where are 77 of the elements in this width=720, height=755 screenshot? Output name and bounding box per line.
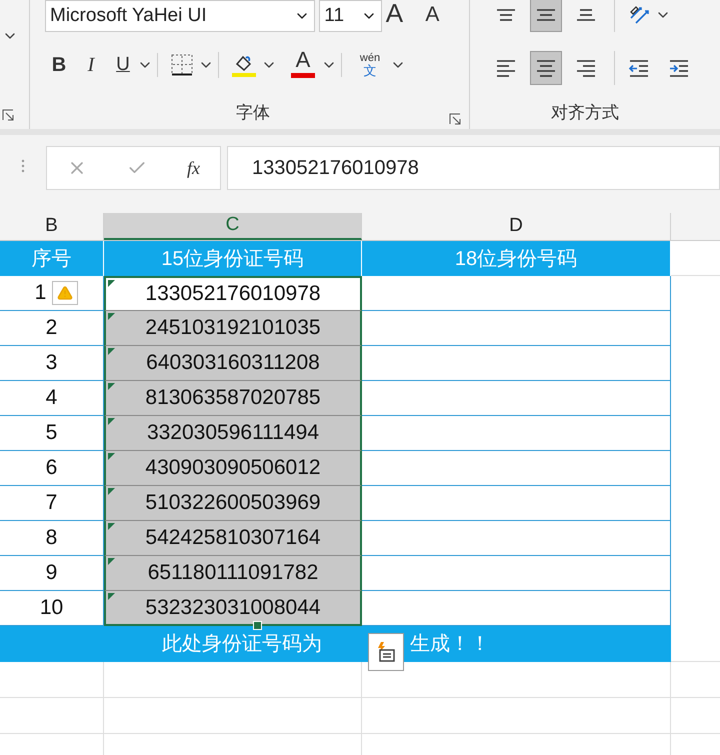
table-cell[interactable]: 332030596111494 [104,416,362,451]
error-indicator-icon [108,593,115,600]
error-indicator-icon [108,523,115,530]
table-cell[interactable]: 813063587020785 [104,381,362,416]
table-cell-text: 10 [40,595,64,622]
note-text: 此处身份证号码为 [162,632,322,657]
bold-button[interactable]: B [45,49,73,81]
alignment-button[interactable] [530,51,562,85]
table-cell[interactable] [362,416,671,451]
dialog-launcher-icon[interactable] [2,109,14,121]
error-indicator-icon [108,383,115,390]
table-cell-text: 1 [34,280,46,306]
group-label: 字体 [236,102,270,124]
formula-field[interactable]: 133052176010978 [227,146,720,190]
table-cell-text: 3 [46,350,58,376]
table-cell[interactable] [362,451,671,486]
table-cell[interactable] [362,556,671,591]
table-cell-text: 9 [46,560,58,586]
table-cell[interactable] [362,521,671,556]
table-cell-text: 5 [46,420,58,446]
column-header[interactable]: C [104,213,362,240]
phonetic-guide-button[interactable]: wén 文 [354,53,386,77]
table-cell[interactable] [362,276,671,311]
borders-icon[interactable] [170,53,194,77]
note-text: 生成！！ [410,632,490,657]
table-cell[interactable]: 245103192101035 [104,311,362,346]
error-indicator-icon [108,418,115,425]
table-cell[interactable] [362,346,671,381]
warning-icon [57,285,73,301]
column-header[interactable]: D [362,213,671,240]
error-indicator-icon [108,280,115,287]
table-cell[interactable] [362,486,671,521]
error-indicator-icon [108,453,115,460]
table-cell[interactable] [362,311,671,346]
align-center-icon [535,57,557,79]
drag-handle-icon[interactable] [20,158,26,174]
align-top-icon [496,9,516,21]
table-cell-text: 6 [46,455,58,482]
italic-button[interactable]: I [77,49,105,81]
error-indicator-icon [108,348,115,355]
table-cell[interactable]: 532323031008044 [104,591,362,626]
font-color-button[interactable]: A [289,49,317,81]
table-cell-text: 7 [46,490,58,516]
table-cell[interactable] [362,381,671,416]
font-size-field[interactable]: 11 [319,0,382,32]
table-cell[interactable]: 651180111091782 [104,556,362,591]
error-indicator-icon [108,488,115,495]
error-warning-button[interactable] [52,281,78,305]
underline-button[interactable]: U [109,49,137,81]
error-indicator-icon [108,558,115,565]
align-bottom-icon [576,9,596,21]
grow-font-button[interactable]: A [386,0,422,32]
alignment-button[interactable] [530,0,562,32]
table-cell[interactable]: 510322600503969 [104,486,362,521]
align-outdent-icon [628,57,650,79]
table-cell[interactable]: 542425810307164 [104,521,362,556]
error-indicator-icon [108,313,115,320]
insert-function-button[interactable]: fx [187,154,200,182]
table-cell[interactable]: 133052176010978 [104,276,362,311]
table-cell[interactable]: 430903090506012 [104,451,362,486]
group-label: 对齐方式 [551,102,619,124]
table-cell[interactable]: 640303160311208 [104,346,362,381]
dialog-launcher-icon[interactable] [449,113,461,125]
fill-handle[interactable] [253,621,262,630]
header-cell: 15位身份证号码 [104,241,362,276]
header-cell: 18位身份号码 [362,241,671,276]
table-cell-text: 8 [46,525,58,552]
table-cell-text: 4 [46,385,58,412]
align-right-icon [575,57,597,79]
align-indent-icon [668,57,690,79]
quick-analysis-button[interactable] [368,633,404,671]
header-cell: 序号 [0,241,104,276]
align-left-icon [495,57,517,79]
shrink-font-button[interactable]: A [425,0,461,32]
font-name-field[interactable]: Microsoft YaHei UI [45,0,316,32]
text-orientation-icon [628,4,650,26]
table-cell-text: 2 [46,315,58,342]
